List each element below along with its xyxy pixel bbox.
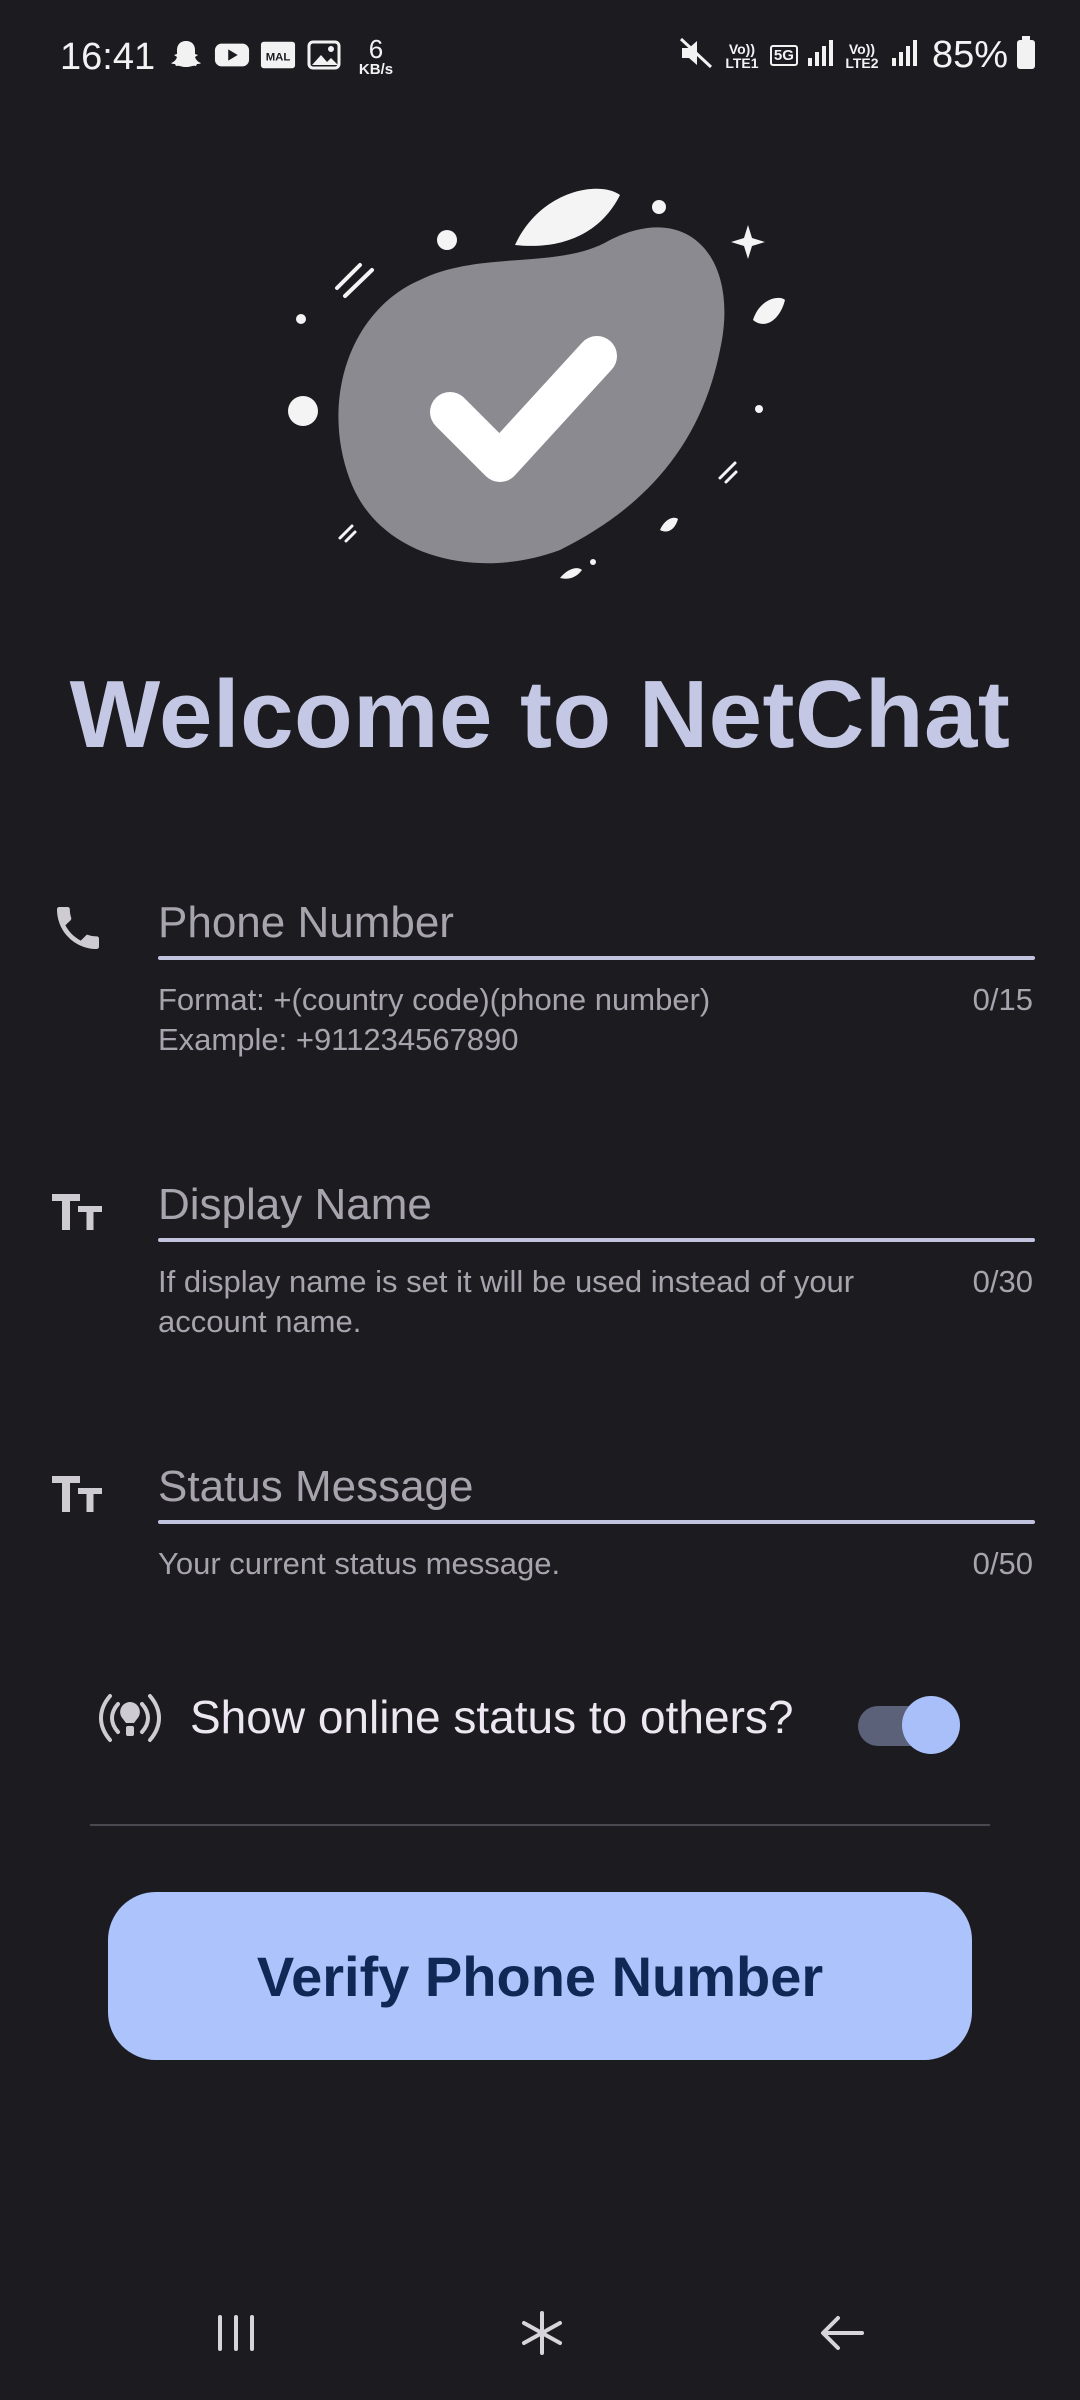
online-status-toggle[interactable] (858, 1690, 960, 1754)
battery-level: 85% (931, 34, 1008, 76)
phone-number-label: Phone Number (158, 898, 454, 947)
sim1-label: Vo)) LTE1 (725, 40, 759, 71)
snapchat-icon (168, 38, 204, 72)
svg-text:MAL: MAL (266, 52, 291, 64)
youtube-icon (214, 38, 250, 72)
checkmark-blob-icon (288, 188, 785, 579)
signal-icon (806, 38, 834, 73)
phone-number-field[interactable]: Phone Number Format: +(country code)(pho… (0, 860, 1080, 1120)
verify-phone-number-button[interactable]: Verify Phone Number (108, 1892, 972, 2060)
gallery-icon (306, 38, 342, 72)
divider (90, 1824, 990, 1826)
phone-number-underline (158, 956, 1035, 960)
broadcast-icon (96, 1688, 164, 1748)
system-nav-bar (0, 2280, 1080, 2380)
phone-number-counter: 0/15 (972, 982, 1033, 1017)
page-title: Welcome to NetChat (69, 661, 1011, 768)
notification-icons: MAL (168, 38, 342, 72)
display-name-underline (158, 1238, 1035, 1242)
status-message-helper: Your current status message. (158, 1546, 561, 1581)
home-icon[interactable] (502, 2300, 582, 2366)
recents-icon[interactable] (196, 2300, 276, 2366)
display-name-helper: If display name is set it will be used i… (158, 1264, 855, 1339)
phone-number-helper: Format: +(country code)(phone number) Ex… (158, 982, 711, 1057)
status-message-label: Status Message (158, 1462, 474, 1511)
system-indicators: Vo)) LTE1 5G Vo)) LTE2 85% (678, 34, 1036, 77)
status-message-counter: 0/50 (972, 1546, 1033, 1581)
phone-icon (50, 900, 106, 956)
signal-icon (890, 38, 918, 73)
back-icon[interactable] (802, 2300, 882, 2366)
online-status-label: Show online status to others? (190, 1691, 794, 1743)
network-type: 5G (769, 45, 798, 66)
status-time: 16:41 (60, 36, 156, 78)
toggle-thumb (902, 1696, 960, 1754)
display-name-label: Display Name (158, 1180, 432, 1229)
online-status-row: Show online status to others? (0, 1680, 1080, 1760)
network-speed: 6 KB/s (358, 34, 394, 78)
mal-icon: MAL (260, 38, 296, 72)
battery-icon (1016, 36, 1036, 75)
status-bar: 16:41 MAL 6 KB/s Vo)) LTE1 5G Vo)) LTE2 … (0, 0, 1080, 120)
display-name-counter: 0/30 (972, 1264, 1033, 1299)
display-name-field[interactable]: Display Name If display name is set it w… (0, 1142, 1080, 1402)
welcome-illustration (280, 180, 800, 600)
sim2-label: Vo)) LTE2 (845, 40, 879, 71)
status-message-underline (158, 1520, 1035, 1524)
text-format-icon (50, 1464, 106, 1520)
text-format-icon (50, 1182, 106, 1238)
mute-icon (678, 36, 714, 75)
status-message-field[interactable]: Status Message Your current status messa… (0, 1424, 1080, 1684)
